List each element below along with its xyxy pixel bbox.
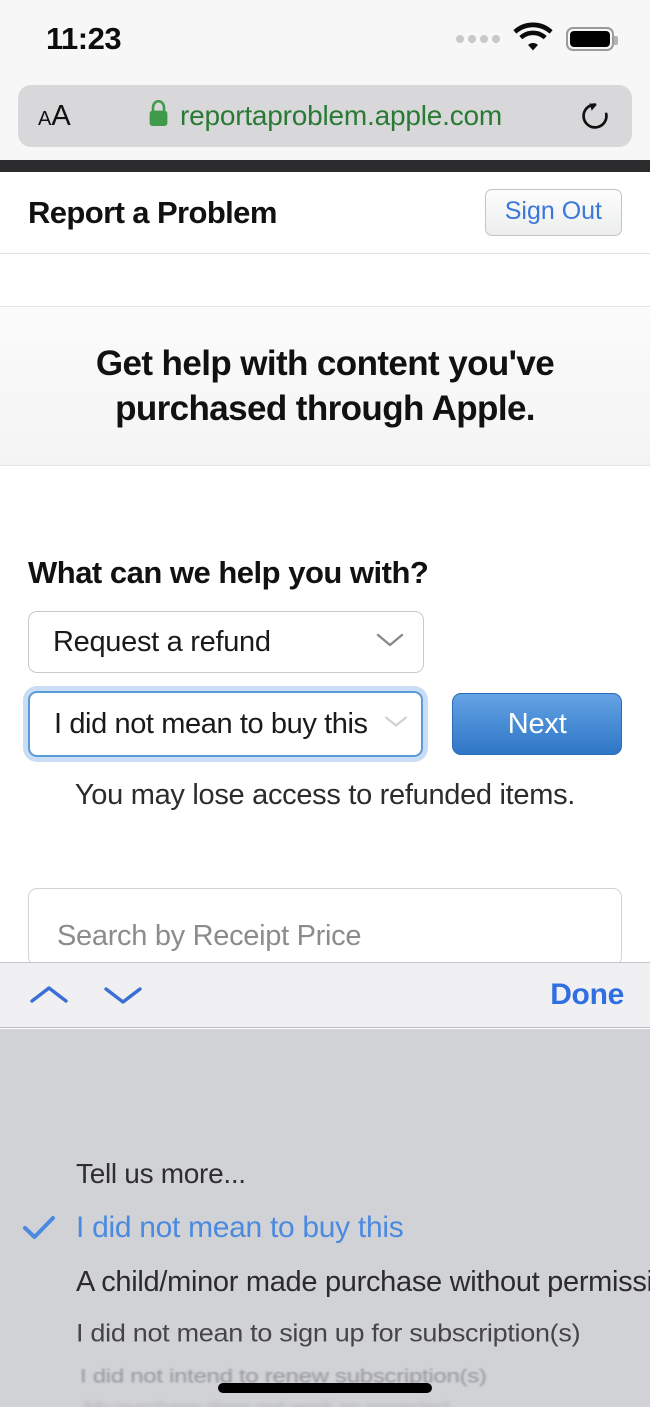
- refund-warning-note: You may lose access to refunded items.: [74, 779, 576, 811]
- cellular-dots-icon: [456, 35, 500, 43]
- hero-banner: Get help with content you've purchased t…: [0, 308, 650, 466]
- search-placeholder: Search by Receipt Price: [57, 920, 362, 952]
- address-bar[interactable]: AA reportaproblem.apple.com: [18, 85, 632, 147]
- lock-icon: [148, 99, 169, 132]
- keyboard-accessory-bar: Done: [0, 962, 650, 1028]
- search-input[interactable]: Search by Receipt Price: [28, 888, 622, 966]
- page-title: Report a Problem: [28, 194, 277, 230]
- sign-out-button[interactable]: Sign Out: [484, 189, 622, 236]
- chevron-up-icon[interactable]: [26, 972, 72, 1018]
- topic-select-row: Request a refund: [0, 611, 650, 673]
- header-spacer: [0, 254, 650, 307]
- browser-divider: [0, 160, 650, 172]
- reason-select[interactable]: I did not mean to buy this: [28, 691, 424, 757]
- chevron-down-icon[interactable]: [100, 972, 146, 1018]
- picker-options: Tell us more... I did not mean to buy th…: [0, 1029, 650, 1407]
- picker-option-selected[interactable]: I did not mean to buy this: [0, 1201, 404, 1255]
- option-picker-wheel[interactable]: Tell us more... I did not mean to buy th…: [0, 1029, 650, 1407]
- home-indicator: [218, 1383, 432, 1393]
- picker-option[interactable]: I did not mean to sign up for subscripti…: [0, 1309, 581, 1357]
- checkmark-icon: [22, 1215, 76, 1241]
- help-form: What can we help you with? Request a ref…: [0, 467, 650, 812]
- text-size-button[interactable]: AA: [38, 99, 71, 132]
- picker-option-label: I did not mean to buy this: [76, 1211, 404, 1244]
- picker-option-label: My purchase does not work as expected: [84, 1399, 449, 1407]
- wifi-icon: [513, 22, 553, 56]
- page-header: Report a Problem Sign Out: [0, 172, 650, 254]
- field-nav-group: [26, 972, 146, 1018]
- picker-spacer: [0, 1029, 650, 1147]
- picker-option[interactable]: Tell us more...: [0, 1147, 246, 1201]
- reason-row: I did not mean to buy this Next: [0, 691, 650, 757]
- picker-option-label: A child/minor made purchase without perm…: [76, 1265, 650, 1298]
- topic-select-value: Request a refund: [53, 625, 271, 658]
- search-field-wrap: Search by Receipt Price: [0, 888, 650, 966]
- text-size-small-a: A: [38, 107, 52, 130]
- picker-option[interactable]: My purchase does not work as expected: [0, 1391, 449, 1407]
- browser-toolbar: AA reportaproblem.apple.com: [0, 72, 650, 160]
- phone-screen: 11:23 AA reportaproblem.apple.com Report…: [0, 0, 650, 1407]
- reason-select-value: I did not mean to buy this: [54, 707, 368, 740]
- status-bar: 11:23: [0, 0, 650, 72]
- picker-option-label: Tell us more...: [76, 1158, 246, 1189]
- done-button[interactable]: Done: [550, 978, 624, 1012]
- next-button[interactable]: Next: [452, 693, 622, 755]
- address-bar-content: reportaproblem.apple.com: [18, 85, 632, 147]
- battery-full-icon: [566, 27, 618, 51]
- picker-option[interactable]: A child/minor made purchase without perm…: [0, 1255, 650, 1309]
- url-text: reportaproblem.apple.com: [179, 100, 503, 131]
- picker-option-label: I did not mean to sign up for subscripti…: [76, 1318, 581, 1347]
- text-size-large-a: A: [51, 99, 71, 132]
- reload-icon[interactable]: [578, 99, 612, 133]
- hero-heading: Get help with content you've purchased t…: [95, 343, 555, 428]
- chevron-down-icon: [375, 631, 405, 654]
- chevron-down-icon: [383, 714, 409, 735]
- status-time: 11:23: [46, 21, 122, 56]
- form-question-label: What can we help you with?: [28, 555, 429, 590]
- status-indicators: [456, 22, 618, 56]
- topic-select[interactable]: Request a refund: [28, 611, 424, 673]
